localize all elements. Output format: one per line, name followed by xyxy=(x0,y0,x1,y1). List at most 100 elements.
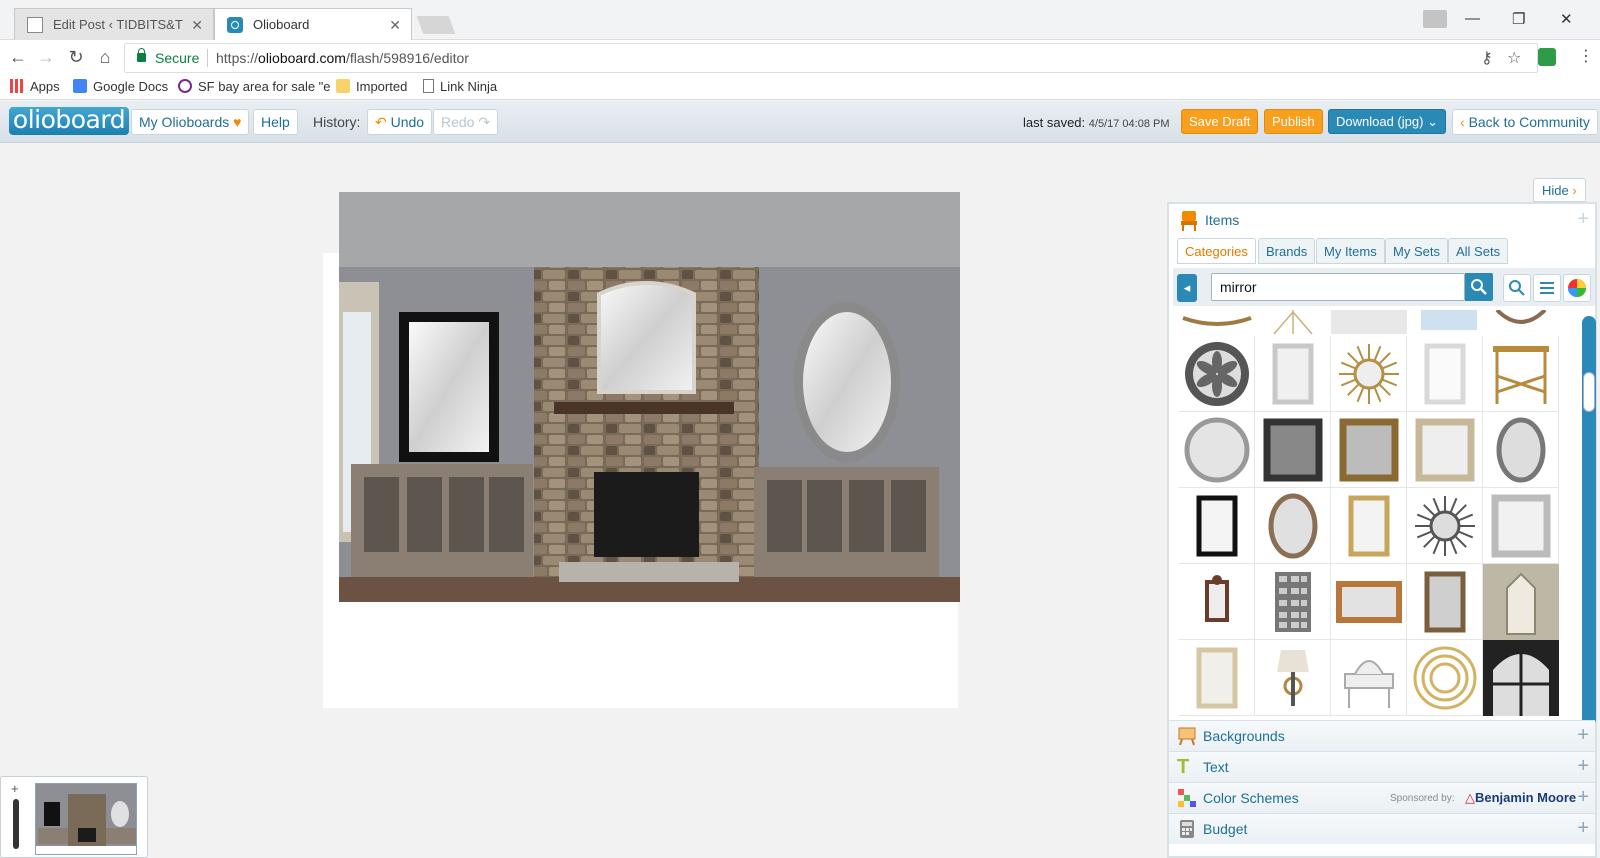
search-button[interactable] xyxy=(1465,273,1493,301)
item-table-lamp[interactable] xyxy=(1255,640,1331,716)
browser-tab-edit-post[interactable]: Edit Post ‹ TIDBITS&TWIN ✕ xyxy=(14,8,214,40)
board-thumbnail-panel: + xyxy=(0,776,148,858)
item-frameless-rect-mirror[interactable] xyxy=(1407,336,1483,412)
item-glass-block-mirror[interactable] xyxy=(1255,564,1331,640)
browser-menu-icon[interactable]: ⋮ xyxy=(1578,46,1594,66)
close-tab-icon[interactable]: ✕ xyxy=(191,9,203,41)
chevron-down-icon: ⌄ xyxy=(1427,114,1438,129)
bookmark-star-icon[interactable]: ☆ xyxy=(1507,48,1521,68)
extension-icon[interactable] xyxy=(1538,48,1556,66)
panel-title: Items xyxy=(1205,212,1240,228)
item-pale-gold-mirror[interactable] xyxy=(1179,640,1255,716)
bookmark-link-ninja[interactable]: Link Ninja xyxy=(423,79,497,94)
item-champagne-rect-mirror[interactable] xyxy=(1407,412,1483,488)
address-bar[interactable]: Secure https://olioboard.com/flash/59891… xyxy=(124,43,1538,73)
item-sunburst-twig-mirror[interactable] xyxy=(1331,336,1407,412)
item-round-frameless-mirror[interactable] xyxy=(1179,412,1255,488)
tab-brands[interactable]: Brands xyxy=(1258,238,1316,264)
close-tab-icon[interactable]: ✕ xyxy=(389,9,401,41)
back-to-community-button[interactable]: ‹ Back to Community xyxy=(1452,109,1598,135)
profile-icon[interactable] xyxy=(1423,10,1447,28)
tab-my-items[interactable]: My Items xyxy=(1316,238,1385,264)
zoom-slider[interactable]: + xyxy=(9,781,23,857)
redo-button[interactable]: Redo ↷ xyxy=(433,109,499,135)
item-arched-window-mirror[interactable] xyxy=(1483,640,1559,716)
board-thumbnail[interactable] xyxy=(35,783,137,855)
search-mode-button[interactable] xyxy=(1503,274,1531,302)
bookmark-google-docs[interactable]: Google Docs xyxy=(73,79,168,94)
olioboard-logo[interactable]: olioboard xyxy=(9,107,129,135)
results-scrollbar[interactable] xyxy=(1582,316,1596,726)
color-filter-button[interactable] xyxy=(1563,274,1591,302)
section-budget[interactable]: Budget + xyxy=(1169,813,1595,844)
section-backgrounds[interactable]: Backgrounds + xyxy=(1169,720,1595,751)
item-silver-frame-mirror[interactable] xyxy=(1483,488,1559,564)
item-gold-ring-mirror[interactable] xyxy=(1407,640,1483,716)
item-pagoda-mirror[interactable] xyxy=(1483,564,1559,640)
publish-button[interactable]: Publish xyxy=(1264,109,1323,134)
scrollbar-thumb[interactable] xyxy=(1583,372,1595,412)
undo-icon: ↶ xyxy=(375,114,387,130)
minimize-icon[interactable]: — xyxy=(1465,10,1480,27)
item-round-medallion-mirror[interactable] xyxy=(1179,336,1255,412)
bookmark-label: Imported xyxy=(356,79,408,94)
key-icon[interactable]: ⚷ xyxy=(1481,48,1493,68)
back-category-button[interactable]: ◂ xyxy=(1177,274,1197,302)
hide-panel-button[interactable]: Hide › xyxy=(1533,178,1586,202)
close-window-icon[interactable]: ✕ xyxy=(1560,10,1573,28)
help-button[interactable]: Help xyxy=(253,109,298,135)
reload-icon[interactable]: ↻ xyxy=(64,45,88,69)
item-oval-silver-mirror[interactable] xyxy=(1483,412,1559,488)
bookmark-imported[interactable]: Imported xyxy=(336,79,407,94)
new-tab-button[interactable] xyxy=(416,16,456,34)
section-label: Budget xyxy=(1203,821,1248,837)
bookmark-sf-bay[interactable]: SF bay area for sale "e xyxy=(178,79,331,94)
item-tall-bronze-mirror[interactable] xyxy=(1407,564,1483,640)
tab-my-sets[interactable]: My Sets xyxy=(1385,238,1448,264)
expand-icon[interactable]: + xyxy=(1577,725,1589,745)
home-icon[interactable]: ⌂ xyxy=(93,45,117,69)
list-view-button[interactable] xyxy=(1533,274,1561,302)
olioboard-favicon-icon xyxy=(227,17,243,33)
download-button[interactable]: Download (jpg) ⌄ xyxy=(1328,109,1446,134)
save-draft-button[interactable]: Save Draft xyxy=(1181,109,1259,134)
item-bronze-oval-mirror[interactable] xyxy=(1255,488,1331,564)
undo-label: Undo xyxy=(390,114,425,130)
section-color-schemes[interactable]: Color Schemes Sponsored by: △Benjamin Mo… xyxy=(1169,782,1595,813)
item-mirrored-vanity[interactable] xyxy=(1331,640,1407,716)
tab-categories[interactable]: Categories xyxy=(1177,238,1256,264)
item-gold-double-mirror[interactable] xyxy=(1331,488,1407,564)
board-room-photo[interactable] xyxy=(339,192,960,602)
folder-icon xyxy=(336,79,350,93)
browser-tab-olioboard[interactable]: Olioboard ✕ xyxy=(214,8,412,40)
item-starburst-mirror[interactable] xyxy=(1407,488,1483,564)
forward-icon[interactable]: → xyxy=(34,45,58,69)
item-silver-rect-mirror[interactable] xyxy=(1255,336,1331,412)
bookmark-label: Apps xyxy=(30,79,60,94)
zoom-in-icon[interactable]: + xyxy=(11,781,19,796)
section-label: Backgrounds xyxy=(1203,728,1285,744)
collapse-items-icon[interactable]: + xyxy=(1577,208,1589,231)
section-text[interactable]: T Text + xyxy=(1169,751,1595,782)
item-search-input[interactable] xyxy=(1211,273,1465,301)
back-icon[interactable]: ← xyxy=(6,45,30,69)
tab-all-sets[interactable]: All Sets xyxy=(1448,238,1509,264)
item-black-rect-mirror[interactable] xyxy=(1179,488,1255,564)
hide-label: Hide xyxy=(1542,183,1569,198)
item-gold-landscape-mirror[interactable] xyxy=(1331,564,1407,640)
expand-icon[interactable]: + xyxy=(1577,756,1589,776)
expand-icon[interactable]: + xyxy=(1577,787,1589,807)
url-host: olioboard.com xyxy=(258,50,346,66)
item-gold-square-mirror[interactable] xyxy=(1331,412,1407,488)
last-saved-value: 4/5/17 04:08 PM xyxy=(1088,118,1170,130)
undo-button[interactable]: ↶ Undo xyxy=(367,109,433,135)
item-bamboo-console[interactable] xyxy=(1483,336,1559,412)
bookmark-apps[interactable]: Apps xyxy=(10,79,60,94)
item-wood-small-mirror[interactable] xyxy=(1179,564,1255,640)
restore-icon[interactable]: ❐ xyxy=(1512,10,1525,28)
partial-row xyxy=(1179,310,1559,335)
item-black-panel-mirror[interactable] xyxy=(1255,412,1331,488)
zoom-track[interactable] xyxy=(13,799,19,849)
expand-icon[interactable]: + xyxy=(1577,818,1589,838)
my-olioboards-button[interactable]: My Olioboards ♥ xyxy=(131,109,250,135)
